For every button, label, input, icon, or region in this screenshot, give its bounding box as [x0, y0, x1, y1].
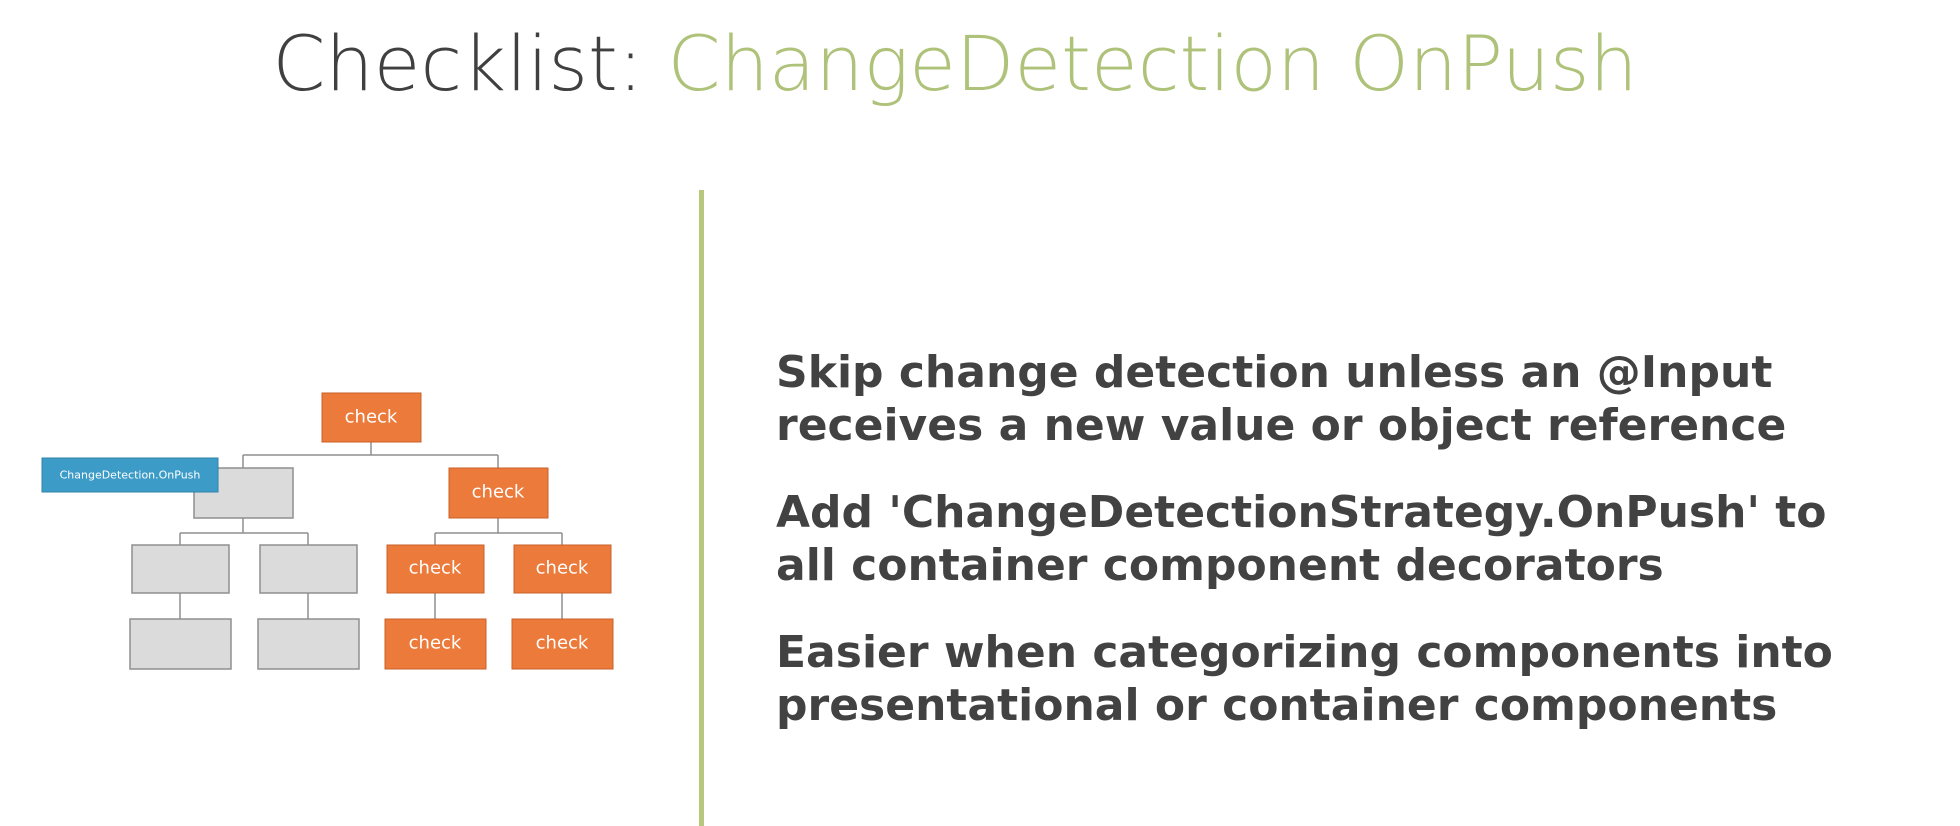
component-tree-diagram: check ChangeDetection.OnPush check check…	[41, 392, 614, 670]
node-checked-leaf-1-label: check	[409, 633, 462, 654]
node-checked-child-2: check	[513, 544, 612, 594]
node-checked-child-1-label: check	[409, 558, 462, 579]
onpush-tag: ChangeDetection.OnPush	[41, 457, 219, 493]
checklist-item-line: receives a new value or object reference	[776, 400, 1787, 451]
node-checked-child-2-label: check	[536, 558, 589, 579]
vertical-divider	[699, 190, 704, 826]
onpush-tag-label: ChangeDetection.OnPush	[60, 469, 201, 482]
checklist-item-add-onpush: Add 'ChangeDetectionStrategy.OnPush' to …	[776, 486, 1946, 592]
checklist: Skip change detection unless an @Input r…	[776, 346, 1946, 766]
node-skipped-child-1	[131, 544, 230, 594]
checklist-item-skip-change-detection: Skip change detection unless an @Input r…	[776, 346, 1946, 452]
checklist-item-line: Easier when categorizing components into	[776, 627, 1833, 678]
node-skipped-leaf-1	[129, 618, 232, 670]
node-root-label: check	[345, 407, 398, 428]
checklist-item-line: presentational or container components	[776, 680, 1778, 731]
node-checked-leaf-2: check	[511, 618, 614, 670]
connector-left-branch	[179, 518, 309, 545]
connector-root	[242, 442, 499, 468]
node-checked-container: check	[448, 467, 549, 519]
connector-leaves	[179, 593, 563, 619]
node-checked-leaf-2-label: check	[536, 633, 589, 654]
node-checked-container-label: check	[472, 482, 525, 503]
connector-right-branch	[434, 518, 563, 545]
node-skipped-leaf-2	[257, 618, 360, 670]
node-checked-child-1: check	[386, 544, 485, 594]
checklist-item-line: Add 'ChangeDetectionStrategy.OnPush' to	[776, 487, 1827, 538]
checklist-item-line: all container component decorators	[776, 540, 1664, 591]
checklist-item-categorize-components: Easier when categorizing components into…	[776, 626, 1946, 732]
node-skipped-child-2	[259, 544, 358, 594]
node-root: check	[321, 392, 422, 443]
title-accent: ChangeDetection OnPush	[667, 19, 1638, 108]
node-checked-leaf-1: check	[384, 618, 487, 670]
checklist-item-line: Skip change detection unless an @Input	[776, 347, 1773, 398]
